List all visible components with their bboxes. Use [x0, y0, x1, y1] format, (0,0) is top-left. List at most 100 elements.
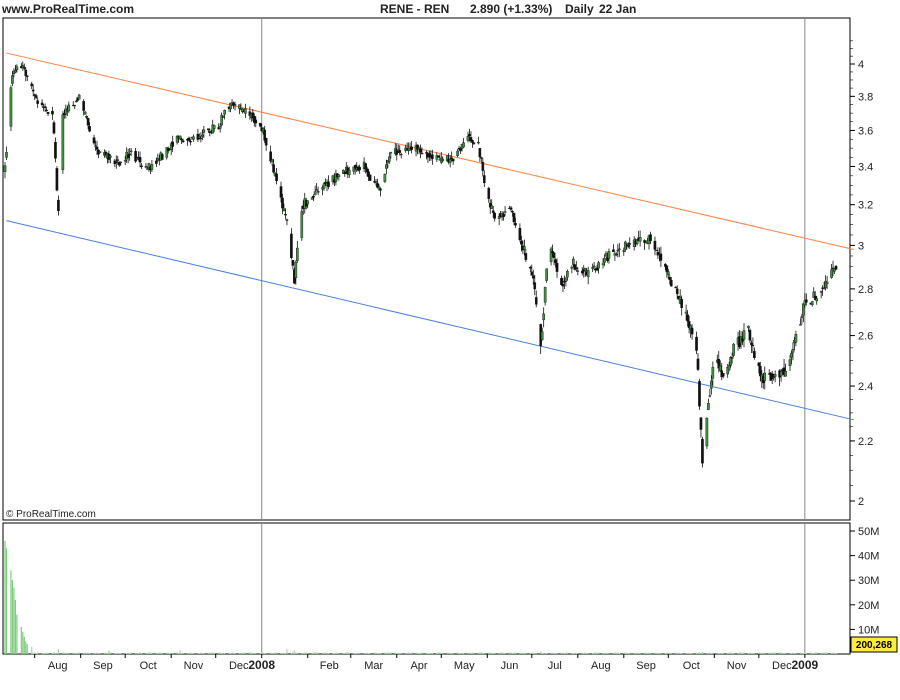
volume-bar	[535, 652, 537, 654]
volume-bar	[554, 653, 557, 654]
volume-bar	[72, 652, 74, 654]
volume-bar	[543, 652, 545, 654]
volume-bar	[712, 652, 714, 654]
volume-bar	[400, 653, 402, 654]
volume-bar	[166, 652, 168, 654]
volume-bar	[160, 652, 162, 654]
candle	[705, 417, 709, 449]
volume-bar	[618, 653, 620, 654]
volume-bar	[332, 653, 334, 654]
volume-bar	[86, 652, 88, 654]
volume-bar	[679, 653, 681, 654]
volume-bar	[336, 652, 338, 654]
volume-bar	[770, 652, 772, 654]
volume-bar	[66, 652, 68, 654]
volume-bar	[286, 649, 288, 654]
volume-bar	[191, 653, 193, 654]
volume-bar	[44, 653, 46, 654]
candle	[655, 249, 658, 252]
volume-bar	[20, 626, 22, 654]
volume-bar	[63, 652, 65, 654]
volume-bar	[731, 653, 733, 654]
volume-bar	[566, 652, 569, 654]
volume-bar	[13, 587, 15, 654]
volume-bar	[764, 652, 766, 654]
volume-bar	[348, 652, 350, 654]
volume-bar	[182, 653, 184, 654]
volume-bar	[774, 652, 776, 654]
volume-bar	[442, 652, 444, 654]
volume-bar	[249, 652, 251, 654]
volume-bar	[489, 652, 491, 654]
candle	[368, 174, 372, 181]
volume-bar	[179, 650, 181, 654]
volume-bar	[430, 653, 432, 654]
volume-bar	[275, 652, 278, 654]
volume-bar	[345, 652, 347, 654]
volume-bar	[822, 652, 824, 654]
volume-bar	[629, 652, 631, 654]
volume-bar	[669, 652, 671, 654]
volume-bar	[546, 653, 548, 654]
volume-bar	[307, 652, 309, 654]
volume-bar	[176, 652, 178, 654]
volume-bar	[606, 652, 609, 654]
x-tick-label: Sep	[636, 660, 656, 672]
volume-bar	[695, 653, 698, 654]
volume-bar	[388, 652, 390, 654]
volume-bar	[186, 652, 189, 654]
volume-bar	[664, 653, 666, 654]
volume-bar	[440, 652, 442, 654]
volume-bar	[406, 653, 408, 654]
volume-bar	[118, 653, 120, 654]
volume-bar	[26, 644, 28, 654]
volume-bar	[302, 653, 304, 654]
volume-bar	[752, 653, 754, 654]
volume-bar	[410, 652, 413, 654]
volume-bar	[688, 653, 690, 654]
volume-bar	[698, 652, 701, 654]
volume-bar	[54, 652, 57, 654]
y-tick-label: 2.6	[858, 331, 873, 343]
volume-bar	[373, 652, 376, 654]
volume-bar	[592, 653, 594, 654]
volume-bar	[418, 653, 420, 654]
volume-bar	[354, 653, 356, 654]
volume-bar	[327, 653, 330, 654]
x-tick-label: Aug	[591, 660, 611, 672]
volume-panel	[2, 522, 851, 655]
x-tick-label: Jun	[501, 660, 519, 672]
volume-bar	[136, 653, 138, 654]
volume-bar	[749, 652, 751, 654]
volume-bar	[316, 652, 318, 654]
volume-bar	[157, 653, 159, 654]
volume-bar	[648, 652, 650, 654]
volume-bar	[658, 652, 661, 654]
volume-bar	[544, 652, 546, 654]
volume-bar	[556, 653, 558, 654]
volume-bar	[583, 653, 585, 654]
volume-bar	[730, 652, 732, 654]
volume-bar	[359, 652, 361, 654]
volume-bar	[608, 653, 610, 654]
volume-bar	[508, 652, 511, 654]
volume-bar	[553, 653, 555, 654]
volume-bar	[37, 652, 39, 654]
volume-bar	[77, 652, 79, 654]
volume-bar	[169, 653, 171, 654]
volume-bar	[759, 652, 761, 654]
volume-bar	[65, 652, 67, 654]
volume-bar	[654, 652, 656, 654]
volume-bar	[820, 653, 822, 654]
volume-bar	[51, 653, 54, 654]
volume-bar	[244, 652, 246, 654]
volume-bar	[369, 652, 371, 654]
volume-bar	[504, 653, 506, 654]
volume-bar	[344, 653, 346, 654]
volume-bar	[529, 653, 531, 654]
volume-bar	[4, 540, 6, 654]
volume-bar	[218, 652, 220, 654]
y-tick-label: 2.4	[858, 381, 873, 393]
volume-bar	[520, 652, 523, 654]
site-name[interactable]: www.ProRealTime.com	[1, 2, 134, 16]
